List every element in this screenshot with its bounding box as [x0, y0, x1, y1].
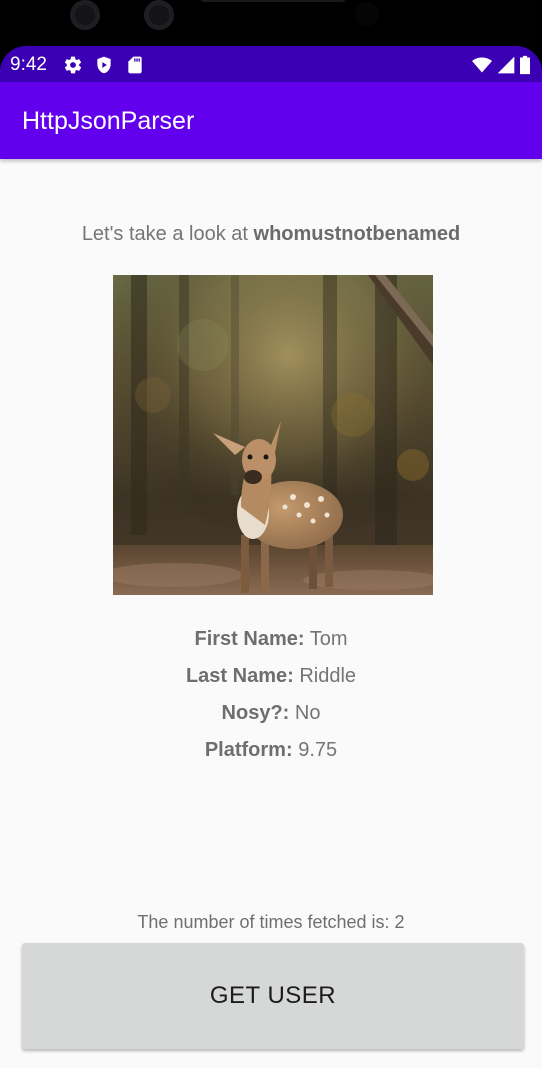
proximity-sensor: [355, 2, 379, 26]
gear-icon: [64, 56, 82, 74]
platform-row: Platform: 9.75: [0, 736, 542, 773]
nosy-row: Nosy?: No: [0, 699, 542, 736]
intro-prefix: Let's take a look at: [81, 223, 254, 245]
last-name-row: Last Name: Riddle: [0, 662, 542, 699]
nosy-value: No: [294, 702, 321, 724]
get-user-button[interactable]: GET USER: [22, 943, 524, 1049]
username: whomustnotbenamed: [253, 223, 461, 245]
platform-label: Platform:: [204, 739, 293, 761]
app-title: HttpJsonParser: [22, 107, 195, 135]
sd-card-icon: [128, 56, 142, 74]
app-bar: HttpJsonParser: [0, 82, 542, 159]
deer-photo: [113, 275, 433, 595]
first-name-label: First Name:: [194, 628, 305, 650]
nosy-label: Nosy?:: [221, 702, 290, 724]
first-name-value: Tom: [309, 628, 348, 650]
fetch-count-text: The number of times fetched is: 2: [137, 912, 405, 932]
intro-text: Let's take a look at whomustnotbenamed: [0, 221, 542, 247]
status-bar: 9:42: [0, 46, 542, 82]
signal-icon: [497, 56, 515, 74]
earpiece-speaker: [200, 0, 346, 2]
status-time: 9:42: [10, 54, 47, 75]
platform-value: 9.75: [298, 739, 338, 761]
user-details: First Name: Tom Last Name: Riddle Nosy?:…: [0, 625, 542, 773]
wifi-icon: [472, 57, 492, 73]
shield-icon: [97, 56, 111, 74]
front-sensor: [144, 0, 174, 30]
front-camera: [70, 0, 100, 30]
last-name-value: Riddle: [299, 665, 357, 687]
battery-icon: [520, 55, 530, 75]
profile-photo: [113, 275, 433, 595]
last-name-label: Last Name:: [185, 665, 294, 687]
first-name-row: First Name: Tom: [0, 625, 542, 662]
